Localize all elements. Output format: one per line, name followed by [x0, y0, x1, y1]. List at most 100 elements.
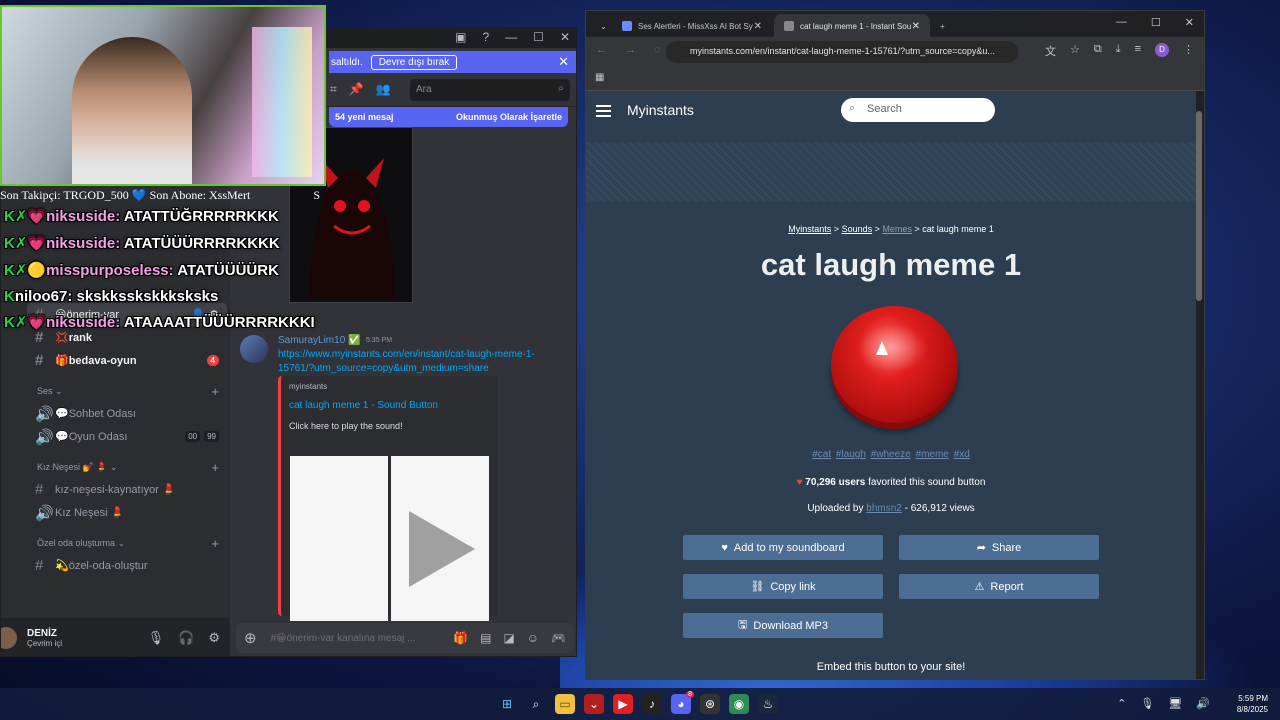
back-icon[interactable]: ←	[596, 44, 607, 56]
tab-ses-alertleri[interactable]: Ses Alertleri - MissXss AI Bot Sy ✕	[612, 14, 772, 38]
volume-icon[interactable]: 🔊	[1196, 697, 1210, 710]
channel-ozel-oda-olustur[interactable]: # 💫özel-oda-oluştur	[27, 554, 227, 577]
message-link[interactable]: https://www.myinstants.com/en/instant/ca…	[278, 348, 558, 376]
search-input[interactable]: ⌕ Search	[841, 98, 995, 122]
close-tab-icon[interactable]: ✕	[754, 21, 762, 32]
tray-chevron-icon[interactable]: ⌃	[1117, 697, 1126, 710]
close-icon[interactable]: ✕	[560, 30, 570, 44]
breadcrumb-memes[interactable]: Memes	[882, 224, 912, 234]
settings-icon[interactable]: ⚙	[208, 630, 220, 646]
close-icon[interactable]: ✕	[558, 54, 569, 70]
forward-icon[interactable]: →	[625, 44, 636, 56]
extensions-icon[interactable]: ⧉	[1094, 43, 1102, 59]
media-icon[interactable]: ≡	[1135, 43, 1141, 59]
scrollbar-thumb[interactable]	[1196, 111, 1202, 301]
embed-thumbnail[interactable]	[290, 456, 489, 621]
copy-link-button[interactable]: ⛓ Copy link	[683, 574, 883, 599]
file-explorer-icon[interactable]: ▭	[555, 694, 575, 714]
chrome-icon[interactable]: ◉	[729, 694, 749, 714]
menu-icon[interactable]	[596, 105, 611, 117]
profile-avatar[interactable]: D	[1155, 43, 1169, 57]
tab-search-icon[interactable]: ⌄	[590, 14, 614, 38]
favicon-icon	[622, 21, 632, 31]
members-icon[interactable]: 👥	[376, 82, 391, 97]
system-clock[interactable]: 5:59 PM 8/8/2025	[1237, 693, 1268, 715]
tag-link[interactable]: #wheeze	[871, 449, 911, 460]
activity-icon[interactable]: 🎮	[551, 631, 566, 645]
translate-icon[interactable]: 文	[1045, 43, 1056, 59]
add-to-soundboard-button[interactable]: ♥ Add to my soundboard	[683, 535, 883, 560]
sticker-icon[interactable]: ◪	[503, 631, 514, 645]
stream-info-bar: Son Takipçi: TRGOD_500 💙 Son Abone: XssM…	[0, 188, 340, 208]
breadcrumb-sounds[interactable]: Sounds	[842, 224, 873, 234]
emoji-icon[interactable]: ☺	[527, 631, 539, 645]
message-input[interactable]: ⊕ #😀önerim-var kanalına mesaj ... 🎁 ▤ ◪ …	[236, 623, 574, 653]
voice-channel-oyun[interactable]: 🔊 💬Oyun Odası 00 99	[27, 425, 227, 448]
apps-icon[interactable]: ▦	[595, 72, 604, 83]
maximize-icon[interactable]: ☐	[533, 30, 544, 44]
site-logo[interactable]: Myinstants	[627, 102, 694, 118]
uploader-link[interactable]: bhmsn2	[866, 503, 902, 514]
category-kiz-nesesi[interactable]: Kız Neşesi 💅 💄 ⌄ +	[27, 456, 227, 478]
avatar[interactable]	[240, 335, 268, 363]
steam-icon[interactable]: ♨	[758, 694, 778, 714]
address-bar[interactable]: myinstants.com/en/instant/cat-laugh-meme…	[666, 41, 1018, 63]
tag-link[interactable]: #laugh	[836, 449, 866, 460]
app-icon[interactable]: ⌄	[584, 694, 604, 714]
bookmark-star-icon[interactable]: ☆	[1070, 43, 1080, 59]
threads-icon[interactable]: ⌗	[330, 82, 337, 97]
share-button[interactable]: ➦ Share	[899, 535, 1099, 560]
minimize-icon[interactable]: —	[505, 30, 517, 44]
category-ozel-oda[interactable]: Özel oda oluşturma ⌄ +	[27, 532, 227, 554]
voice-channel-kiz-nesesi[interactable]: 🔊 Kız Neşesi 💄	[27, 501, 227, 524]
play-sound-button[interactable]	[831, 306, 958, 423]
embed-title[interactable]: cat laugh meme 1 - Sound Button	[289, 400, 490, 411]
app-icon[interactable]: ⊛	[700, 694, 720, 714]
loading-icon[interactable]: ◌	[654, 44, 661, 56]
youtube-icon[interactable]: ▶	[613, 694, 633, 714]
discord-icon[interactable]: ◕ 8	[671, 691, 694, 714]
pin-icon[interactable]: 📌	[349, 82, 364, 97]
add-channel-icon[interactable]: +	[211, 384, 219, 399]
scrollbar[interactable]	[1196, 101, 1202, 671]
category-voice[interactable]: Ses ⌄ +	[27, 380, 227, 402]
add-channel-icon[interactable]: +	[211, 536, 219, 551]
tag-link[interactable]: #xd	[954, 449, 970, 460]
help-icon[interactable]: ?	[482, 30, 489, 44]
close-tab-icon[interactable]: ✕	[912, 21, 920, 32]
channel-bedava-oyun[interactable]: # 🎁bedava-oyun 4	[27, 349, 227, 372]
breadcrumb-home[interactable]: Myinstants	[788, 224, 831, 234]
add-channel-icon[interactable]: +	[211, 460, 219, 475]
network-icon[interactable]: 🖥	[1168, 697, 1182, 710]
close-icon[interactable]: ✕	[1185, 16, 1194, 29]
minimize-icon[interactable]: —	[1116, 16, 1127, 29]
headphones-icon[interactable]: 🎧	[178, 630, 194, 646]
voice-channel-sohbet[interactable]: 🔊 💬Sohbet Odası	[27, 402, 227, 425]
search-input[interactable]: Ara ⌕	[410, 79, 570, 101]
gift-icon[interactable]: 🎁	[453, 631, 468, 645]
inbox-icon[interactable]: ▣	[455, 30, 466, 44]
tiktok-icon[interactable]: ♪	[642, 694, 662, 714]
avatar[interactable]	[1, 627, 17, 649]
attach-icon[interactable]: ⊕	[244, 629, 257, 647]
start-icon[interactable]: ⊞	[497, 694, 517, 714]
tab-cat-laugh[interactable]: cat laugh meme 1 - Instant Sou ✕	[774, 14, 930, 38]
gif-icon[interactable]: ▤	[480, 631, 491, 645]
microphone-icon[interactable]: 🎙	[1140, 697, 1154, 710]
channel-label: 💢rank	[55, 332, 92, 344]
report-button[interactable]: ⚠ Report	[899, 574, 1099, 599]
microphone-icon[interactable]: 🎙	[148, 630, 165, 646]
menu-icon[interactable]: ⋮	[1183, 43, 1194, 59]
message-author[interactable]: SamurayLim10 ✅	[278, 335, 360, 346]
disable-button[interactable]: Devre dışı bırak	[370, 54, 458, 70]
tag-link[interactable]: #cat	[812, 449, 831, 460]
maximize-icon[interactable]: ☐	[1151, 16, 1161, 29]
new-tab-button[interactable]: +	[930, 14, 955, 38]
search-icon[interactable]: ⌕	[526, 694, 546, 714]
user-panel: DENİZ Çevrim içi 🎙 🎧 ⚙	[1, 618, 230, 656]
tag-link[interactable]: #meme	[916, 449, 949, 460]
download-mp3-button[interactable]: 🖫 Download MP3	[683, 613, 883, 638]
download-icon[interactable]: ⤓	[1116, 43, 1121, 59]
channel-kiz-nesesi-kaynatiyor[interactable]: # kız-neşesi-kaynatıyor 💄	[27, 478, 227, 501]
button-label: Download MP3	[753, 619, 828, 632]
